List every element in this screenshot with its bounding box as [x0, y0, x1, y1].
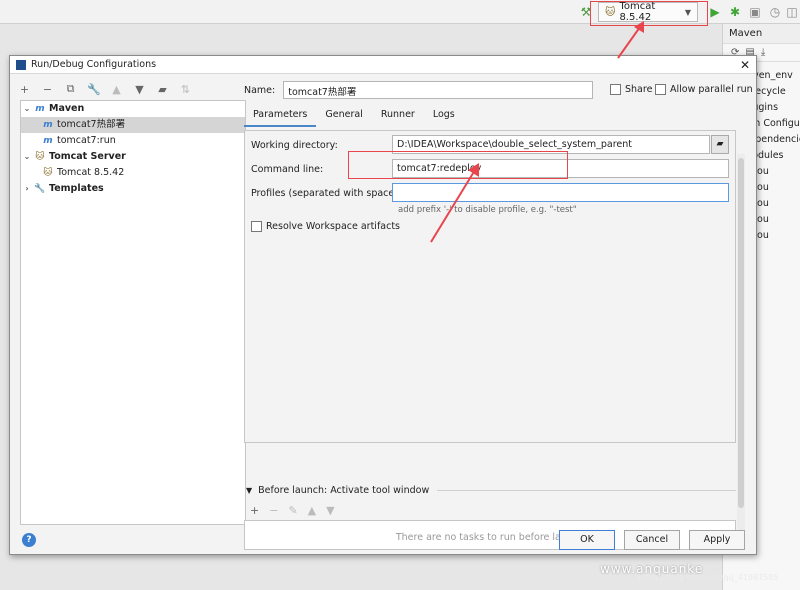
ok-button[interactable]: OK	[559, 530, 615, 550]
resolve-artifacts-row[interactable]: Resolve Workspace artifacts	[251, 221, 400, 232]
move-down-icon[interactable]: ▼	[133, 83, 146, 96]
editor-scrollbar[interactable]	[737, 154, 745, 544]
tree-node-maven[interactable]: ⌄ m Maven	[21, 101, 245, 117]
apply-button[interactable]: Apply	[689, 530, 745, 550]
wrench-icon[interactable]: 🔧	[87, 83, 101, 96]
hammer-icon[interactable]: ⚒	[578, 4, 594, 20]
run-icon[interactable]: ▶	[707, 4, 723, 20]
before-launch-header[interactable]: ▼ Before launch: Activate tool window	[246, 485, 736, 496]
add-icon[interactable]: +	[18, 83, 31, 96]
name-row: Name: tomcat7热部署	[244, 81, 594, 99]
chevron-right-icon: ›	[25, 184, 29, 193]
chevron-down-icon: ▼	[684, 7, 691, 17]
close-icon[interactable]: ✕	[740, 58, 750, 72]
tab-parameters[interactable]: Parameters	[244, 107, 317, 127]
tree-node-tomcat7-hot-deploy[interactable]: m tomcat7热部署	[21, 117, 245, 133]
scrollbar-thumb[interactable]	[738, 158, 744, 508]
folder-icon[interactable]: ▰	[156, 83, 169, 96]
coverage-icon[interactable]: ▣	[747, 4, 763, 20]
tree-node-tomcat-8542[interactable]: 🐱 Tomcat 8.5.42	[21, 165, 245, 181]
watermark-url: https://blog.csdn.net/qq_41987585	[638, 573, 779, 582]
cancel-button[interactable]: Cancel	[624, 530, 680, 550]
tomcat-icon: 🐱	[35, 152, 45, 162]
add-icon[interactable]: +	[250, 504, 259, 517]
profile-icon[interactable]: ◷	[767, 4, 783, 20]
ide-toolbar: ⚒ 🐱 Tomcat 8.5.42 ▼ ▶ ✱ ▣ ◷ ◫	[0, 0, 800, 24]
separator	[437, 490, 736, 491]
copy-icon[interactable]: ⧉	[64, 82, 77, 96]
tree-toolbar: + − ⧉ 🔧 ▲ ▼ ▰ ⇅	[18, 80, 192, 98]
tree-node-templates[interactable]: › 🔧 Templates	[21, 181, 245, 197]
parameters-pane: Working directory: D:\IDEA\Workspace\dou…	[244, 130, 736, 443]
wrench-icon: 🔧	[34, 184, 46, 194]
edit-icon[interactable]: ✎	[288, 504, 297, 517]
maven-icon: m	[43, 120, 53, 130]
tab-runner[interactable]: Runner	[372, 107, 424, 127]
chevron-down-icon: ⌄	[23, 152, 31, 161]
resolve-artifacts-checkbox[interactable]	[251, 221, 262, 232]
configuration-tree: ⌄ m Maven m tomcat7热部署 m tomcat7:run ⌄ 🐱…	[20, 100, 246, 525]
command-line-input[interactable]: tomcat7:redeploy	[392, 159, 729, 178]
dialog-title: Run/Debug Configurations	[31, 59, 157, 70]
lifecycle-icon[interactable]: ◫	[784, 4, 800, 20]
before-launch-toolbar: + − ✎ ▲ ▼	[250, 504, 335, 517]
share-checkbox[interactable]	[610, 84, 621, 95]
share-checkbox-row[interactable]: Share	[610, 84, 652, 95]
folder-browse-icon[interactable]: ▰	[711, 135, 729, 154]
name-input[interactable]: tomcat7热部署	[283, 81, 594, 99]
chevron-down-icon: ⌄	[23, 104, 31, 113]
move-down-icon[interactable]: ▼	[326, 504, 334, 517]
remove-icon[interactable]: −	[41, 83, 54, 96]
download-icon[interactable]: ⤓	[761, 47, 765, 58]
tomcat-icon: 🐱	[43, 168, 53, 178]
profiles-hint: add prefix '-' to disable profile, e.g. …	[398, 205, 577, 215]
move-up-icon[interactable]: ▲	[308, 504, 316, 517]
profiles-label: Profiles (separated with space):	[251, 188, 402, 199]
tab-logs[interactable]: Logs	[424, 107, 464, 127]
maven-panel-title: Maven	[723, 24, 800, 44]
sort-icon[interactable]: ⇅	[179, 83, 192, 96]
remove-icon[interactable]: −	[269, 504, 278, 517]
tree-node-tomcat-server[interactable]: ⌄ 🐱 Tomcat Server	[21, 149, 245, 165]
working-dir-input[interactable]: D:\IDEA\Workspace\double_select_system_p…	[392, 135, 710, 154]
annotation-arrow-run-config	[617, 26, 641, 59]
chevron-down-icon: ▼	[246, 486, 253, 495]
working-dir-label: Working directory:	[251, 140, 338, 151]
config-tabs: Parameters General Runner Logs	[244, 107, 464, 127]
profiles-input[interactable]	[392, 183, 729, 202]
parallel-run-checkbox[interactable]	[655, 84, 666, 95]
run-config-label: Tomcat 8.5.42	[619, 1, 656, 23]
run-debug-dialog: Run/Debug Configurations ✕ + − ⧉ 🔧 ▲ ▼ ▰…	[9, 55, 757, 555]
maven-icon: m	[43, 136, 53, 146]
name-label: Name:	[244, 84, 276, 96]
intellij-app-icon	[16, 59, 26, 70]
parallel-run-checkbox-row[interactable]: Allow parallel run	[655, 84, 753, 95]
help-icon[interactable]: ?	[22, 533, 36, 547]
tree-node-tomcat7-run[interactable]: m tomcat7:run	[21, 133, 245, 149]
run-config-selector[interactable]: 🐱 Tomcat 8.5.42 ▼	[598, 1, 698, 23]
debug-icon[interactable]: ✱	[727, 4, 743, 20]
move-up-icon[interactable]: ▲	[110, 83, 123, 96]
dialog-title-bar: Run/Debug Configurations ✕	[10, 56, 756, 74]
command-line-label: Command line:	[251, 164, 324, 175]
maven-icon: m	[35, 104, 45, 114]
tab-general[interactable]: General	[316, 107, 371, 127]
tomcat-icon: 🐱	[605, 6, 616, 18]
